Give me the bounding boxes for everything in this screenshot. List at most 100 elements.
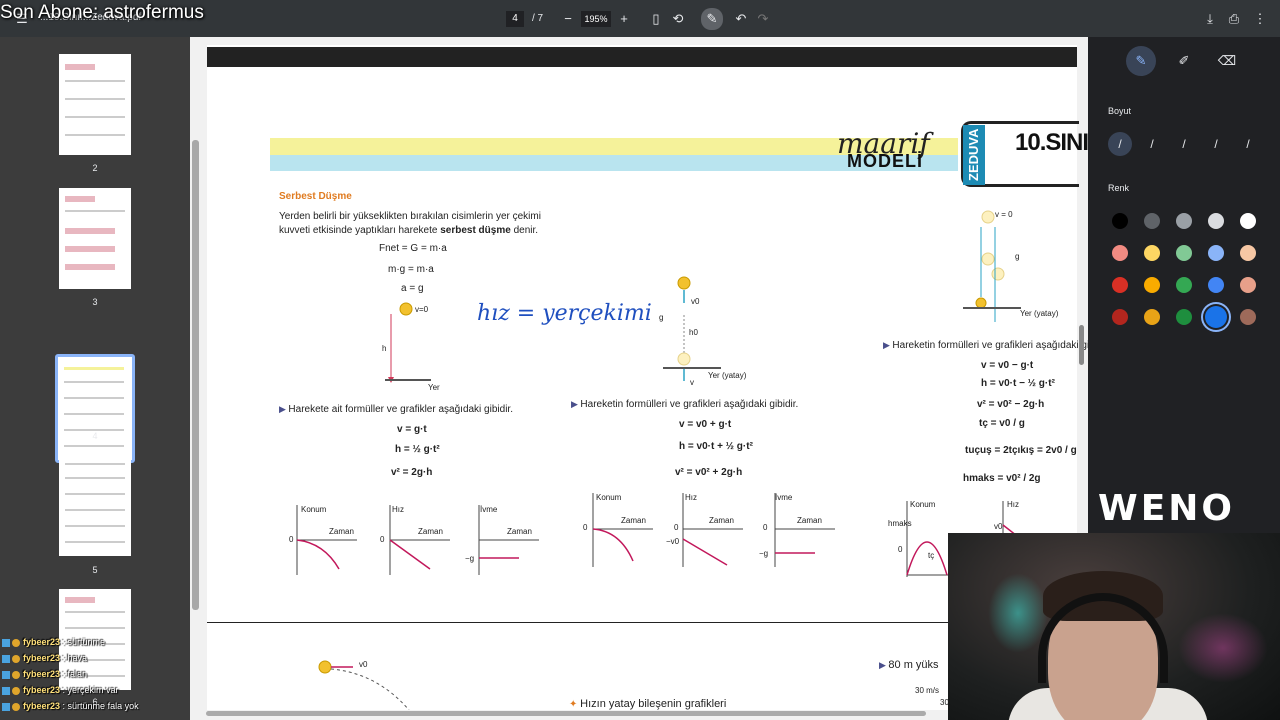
graph-label: −v0 — [666, 537, 680, 546]
thumbnail-page-2[interactable] — [59, 54, 131, 155]
color-label: Renk — [1108, 183, 1130, 193]
fig2-ground-label: Yer (yatay) — [708, 371, 747, 380]
redo-icon[interactable]: ↷ — [753, 9, 773, 29]
color-swatch[interactable] — [1112, 213, 1128, 229]
publisher-logo: ZEDUVA — [963, 125, 985, 185]
zoom-out-icon[interactable]: − — [558, 9, 578, 29]
webcam-overlay — [948, 533, 1280, 720]
color-swatch[interactable] — [1176, 277, 1192, 293]
graph-acceleration-1 — [478, 505, 539, 575]
fig2-h-label: h0 — [689, 328, 698, 337]
graph-label: Hız — [392, 505, 404, 514]
color-swatch[interactable] — [1144, 277, 1160, 293]
brand-modeli: MODELİ — [847, 151, 923, 171]
color-swatch[interactable] — [1112, 309, 1128, 325]
size-option-4[interactable]: / — [1204, 132, 1228, 156]
graph-velocity-1 — [389, 505, 450, 575]
graph-position-2 — [592, 493, 653, 567]
color-swatch[interactable] — [1240, 213, 1256, 229]
fig1-v0-label: v=0 — [415, 305, 429, 314]
graph-label: Zaman — [621, 516, 646, 525]
graph-label: Zaman — [797, 516, 822, 525]
formula-set2-2: h = v0·t + ½ g·t² — [679, 441, 753, 452]
formula-set2-3: v² = v0² + 2g·h — [675, 467, 743, 478]
color-swatch[interactable] — [1144, 245, 1160, 261]
chat-message: fybeer23 : yerçekim var — [2, 685, 192, 701]
color-swatch[interactable] — [1176, 213, 1192, 229]
color-swatch[interactable] — [1240, 309, 1256, 325]
formula-set1-2: h = ½ g·t² — [395, 444, 440, 455]
page-number-input[interactable]: 4 — [506, 11, 524, 27]
graph-label: Konum — [301, 505, 327, 514]
graph-position-1 — [296, 505, 357, 575]
undo-icon[interactable]: ↶ — [731, 9, 751, 29]
stream-overlay-title: Son Abone: astrofermus — [0, 2, 204, 23]
graph-label: 0 — [763, 523, 768, 532]
print-icon[interactable]: ⎙ — [1224, 9, 1244, 29]
size-option-2[interactable]: / — [1140, 132, 1164, 156]
size-option-3[interactable]: / — [1172, 132, 1196, 156]
graph-label: İvme — [775, 493, 793, 502]
section-title: Serbest Düşme — [279, 191, 352, 202]
highlighter-icon[interactable]: ✎ — [1126, 46, 1156, 76]
sidebar-scrollbar-thumb[interactable] — [192, 140, 199, 610]
thumbnail-page-3[interactable] — [59, 188, 131, 289]
more-icon[interactable]: ⋮ — [1250, 9, 1270, 29]
color-swatch[interactable] — [1240, 277, 1256, 293]
annotate-icon[interactable]: ✎ — [701, 8, 723, 30]
thumbnail-page-4[interactable] — [58, 357, 132, 460]
graph-label: 0 — [674, 523, 679, 532]
color-swatch[interactable] — [1208, 213, 1224, 229]
zoom-in-icon[interactable]: + — [614, 9, 634, 29]
eraser-icon[interactable]: ⌫ — [1212, 46, 1242, 76]
formula-set3-5: tuçuş = 2tçıkış = 2v0 / g — [965, 445, 1077, 456]
bullet-3: ▶ Hareketin formülleri ve grafikleri aşa… — [883, 340, 1090, 351]
graph-label: hmaks — [888, 519, 912, 528]
size-label: Boyut — [1108, 106, 1132, 116]
handwritten-note: hız = yerçekimi — [477, 301, 652, 326]
color-swatch[interactable] — [1208, 245, 1224, 261]
fig3-ground-label: Yer (yatay) — [1020, 309, 1059, 318]
color-swatch[interactable] — [1144, 309, 1160, 325]
fig3-v0-label: v = 0 — [995, 210, 1013, 219]
graph-label: Zaman — [418, 527, 443, 536]
chat-message: fybeer23 : sürtünme — [2, 637, 192, 653]
fig2-v-label: v — [690, 378, 694, 387]
app-window: ☰ ...10.Sınıf...Zeduva.pdf 4 / 7 − 195% … — [0, 0, 1280, 720]
fit-page-icon[interactable]: ▯ — [646, 9, 666, 29]
thumbnail-page-5[interactable] — [59, 455, 131, 556]
color-swatch[interactable] — [1176, 245, 1192, 261]
thumbnail-label: 2 — [92, 163, 98, 173]
graph-label: −g — [465, 554, 475, 563]
graph-label: Zaman — [709, 516, 734, 525]
rotate-icon[interactable]: ⟲ — [668, 9, 688, 29]
graph-label: −g — [759, 549, 769, 558]
thumbnail-sidebar: 2 3 4 5 6 — [0, 37, 190, 720]
download-icon[interactable]: ⤓ — [1200, 9, 1220, 29]
formula-set3-1: v = v0 − g·t — [981, 360, 1034, 371]
fig2-v0-label: v0 — [691, 297, 700, 306]
lower-speed-label: 30 m/s — [915, 686, 940, 695]
color-swatch[interactable] — [1144, 213, 1160, 229]
color-swatch[interactable] — [1208, 277, 1224, 293]
horizontal-scrollbar[interactable] — [206, 711, 926, 716]
pen-icon[interactable]: ✐ — [1169, 46, 1199, 76]
size-option-5[interactable]: / — [1236, 132, 1260, 156]
zoom-input[interactable]: 195% — [581, 11, 611, 27]
graph-label: Konum — [910, 500, 936, 509]
color-swatch[interactable] — [1112, 277, 1128, 293]
color-swatch[interactable] — [1112, 245, 1128, 261]
vertical-scrollbar[interactable] — [1079, 325, 1084, 365]
fig3-g-label: g — [1015, 252, 1020, 261]
graph-label: v0 — [994, 522, 1003, 531]
size-option-1[interactable]: / — [1108, 132, 1132, 156]
color-swatch[interactable] — [1205, 306, 1227, 328]
graph-label: 0 — [289, 535, 294, 544]
color-swatch[interactable] — [1240, 245, 1256, 261]
fig2-g-label: g — [659, 313, 664, 322]
color-swatch[interactable] — [1176, 309, 1192, 325]
formula-set3-4: tç = v0 / g — [979, 418, 1025, 429]
formula-set3-3: v² = v0² − 2g·h — [977, 399, 1045, 410]
lower-v0-label: v0 — [359, 660, 368, 669]
graph-label: 0 — [898, 545, 903, 554]
